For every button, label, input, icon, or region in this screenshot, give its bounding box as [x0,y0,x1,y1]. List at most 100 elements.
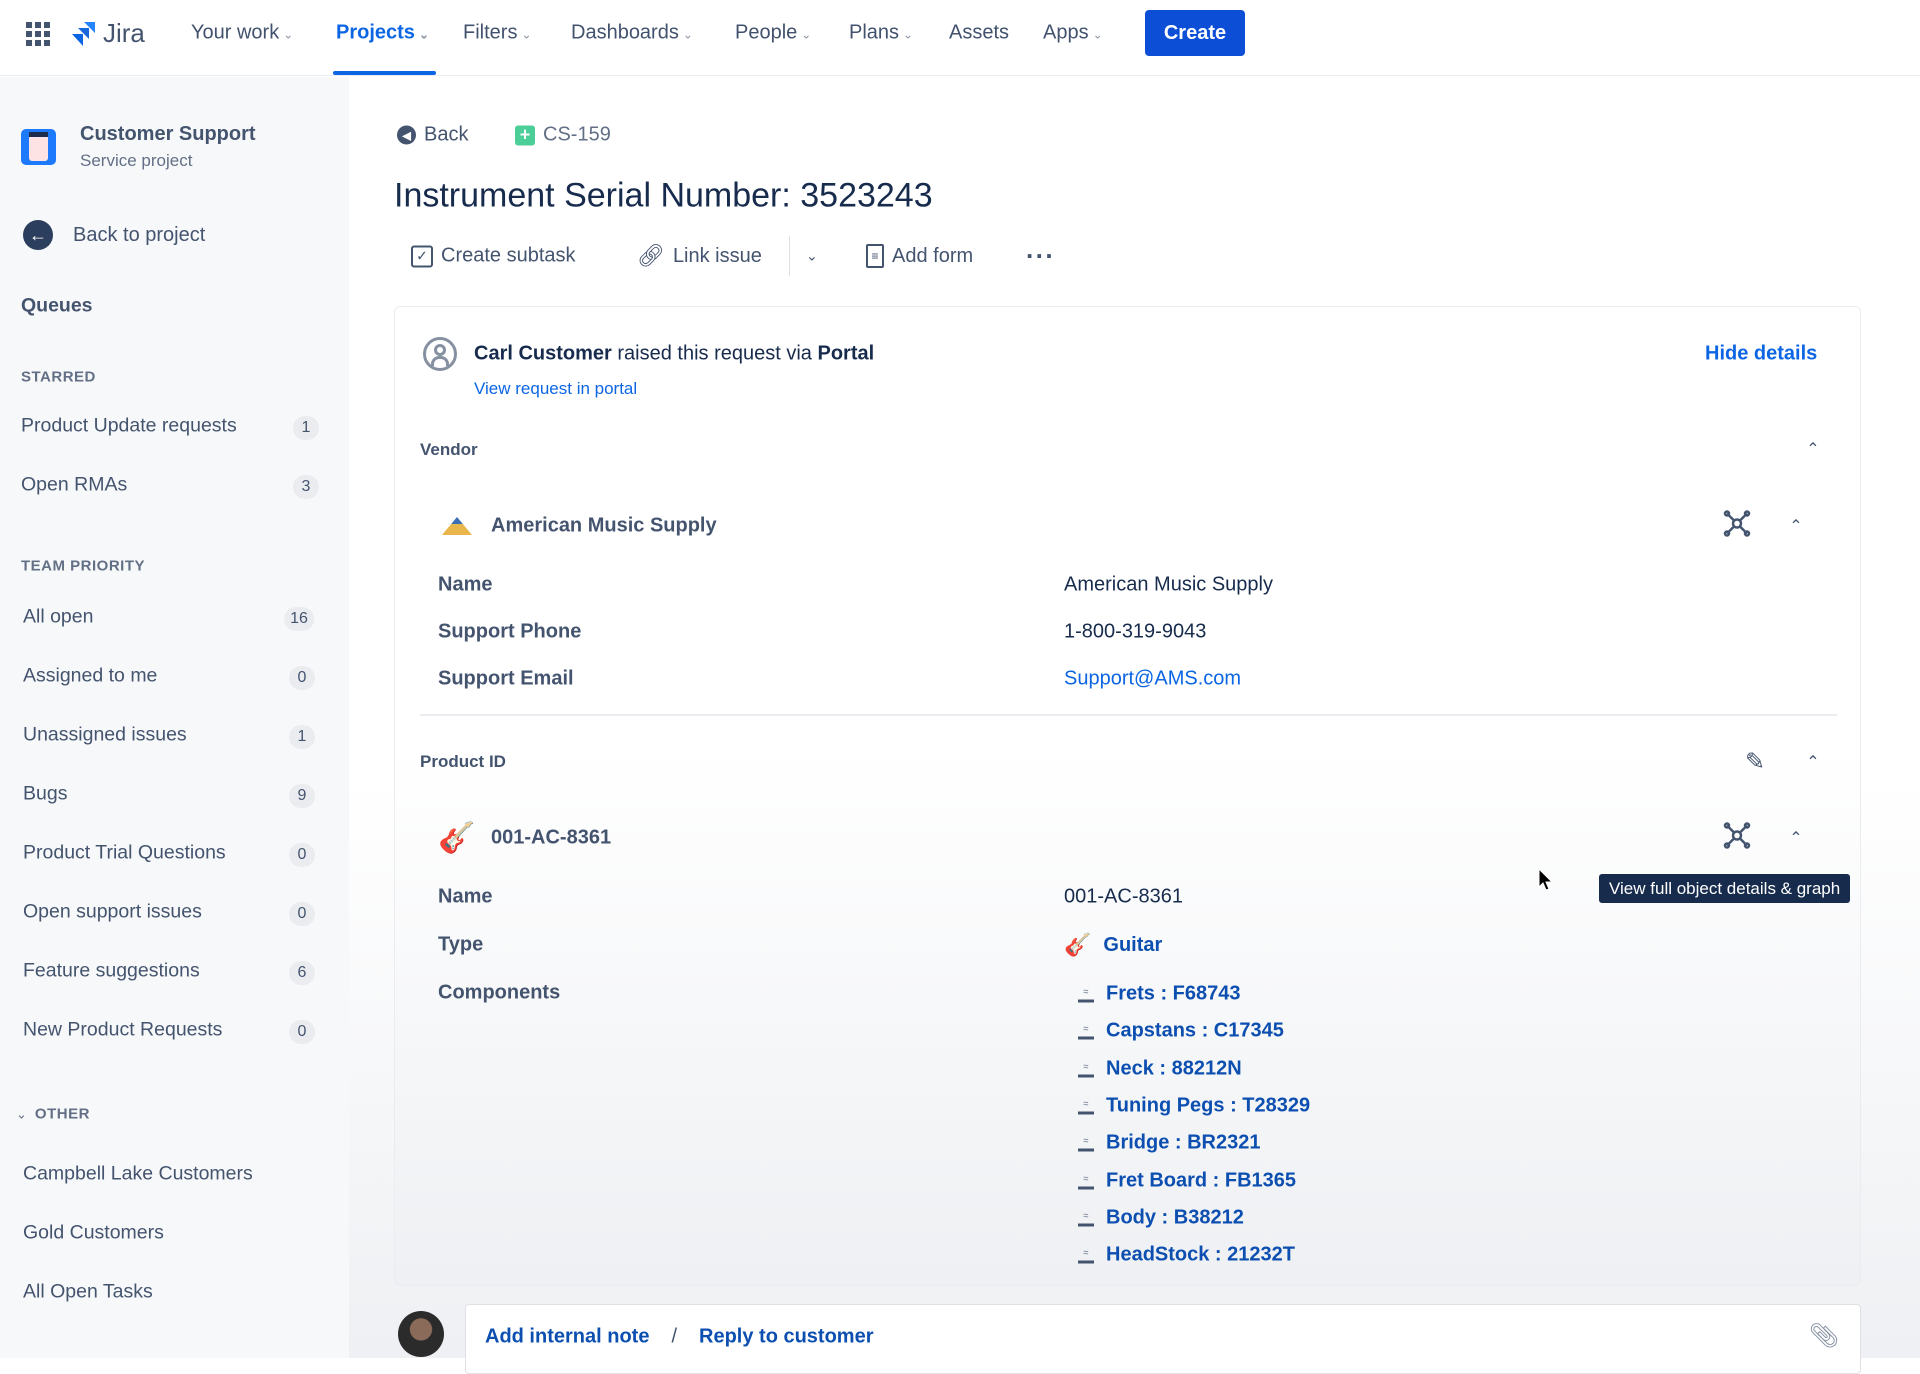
field-label: Components [438,981,561,1004]
add-form-button[interactable]: ≡ Add form [866,244,973,268]
component-link[interactable]: ≈ HeadStock : 21232T [1078,1244,1295,1267]
queue-assigned-to-me[interactable]: Assigned to me [23,665,157,688]
component-link[interactable]: ≈ Fret Board : FB1365 [1078,1170,1296,1193]
queue-count-badge: 0 [289,666,315,690]
product-object-name[interactable]: 001-AC-8361 [491,827,611,850]
team-priority-heading: TEAM PRIORITY [21,557,146,575]
field-label: Type [438,933,484,956]
chevron-up-icon[interactable]: ⌃ [1789,516,1802,536]
nav-apps[interactable]: Apps ⌄ [1043,22,1103,45]
project-type: Service project [80,151,193,170]
link-icon: 🔗︎ [637,243,665,268]
hide-details-link[interactable]: Hide details [1705,343,1817,366]
queue-all-open-tasks[interactable]: All Open Tasks [23,1281,153,1304]
queue-unassigned-issues[interactable]: Unassigned issues [23,724,187,747]
user-avatar-icon [423,337,457,371]
type-link[interactable]: 🎸 Guitar [1064,932,1162,958]
jira-logo[interactable]: Jira [71,18,145,49]
link-issue-button[interactable]: 🔗︎ Link issue [637,243,762,269]
project-name[interactable]: Customer Support [80,123,256,146]
chevron-down-icon: ⌄ [806,247,818,264]
nav-people[interactable]: People ⌄ [735,22,811,45]
service-request-icon: + [515,125,535,145]
other-section-toggle[interactable]: ⌄ OTHER [16,1106,90,1123]
chevron-up-icon[interactable]: ⌃ [1806,752,1819,772]
chevron-down-icon: ⌄ [283,27,294,42]
field-value: American Music Supply [1064,573,1273,596]
view-request-in-portal-link[interactable]: View request in portal [474,379,637,399]
vendor-section-label: Vendor [420,440,478,459]
app-switcher-icon[interactable] [26,22,50,46]
toolbar-divider [789,236,790,276]
object-graph-icon[interactable] [1722,509,1752,544]
component-icon: ≈ [1078,1135,1094,1151]
queue-bugs[interactable]: Bugs [23,783,67,806]
component-icon: ≈ [1078,1210,1094,1226]
component-link[interactable]: ≈ Frets : F68743 [1078,983,1241,1006]
component-link[interactable]: ≈ Body : B38212 [1078,1207,1244,1230]
queue-product-trial-questions[interactable]: Product Trial Questions [23,842,226,865]
component-icon: ≈ [1078,1098,1094,1114]
project-avatar-icon [21,129,56,165]
support-email-link[interactable]: Support@AMS.com [1064,668,1241,691]
issue-key-breadcrumb[interactable]: + CS-159 [515,124,611,147]
component-link[interactable]: ≈ Bridge : BR2321 [1078,1132,1261,1155]
more-actions-button[interactable]: ··· [1026,241,1055,272]
component-icon: ≈ [1078,986,1094,1002]
reply-to-customer-link[interactable]: Reply to customer [699,1326,873,1349]
reporter-name[interactable]: Carl Customer [474,343,612,365]
back-button[interactable]: ◀ Back [397,124,468,147]
subtask-icon: ✓ [411,245,433,267]
app-name: Jira [103,18,145,48]
field-label: Support Phone [438,620,582,643]
queues-heading: Queues [21,294,93,317]
add-internal-note-link[interactable]: Add internal note [485,1326,649,1349]
issue-title[interactable]: Instrument Serial Number: 3523243 [394,177,933,216]
queue-feature-suggestions[interactable]: Feature suggestions [23,960,200,983]
queue-gold-customers[interactable]: Gold Customers [23,1222,164,1245]
component-icon: ≈ [1078,1061,1094,1077]
active-tab-indicator [333,71,436,75]
object-graph-icon[interactable] [1722,821,1752,856]
queue-count-badge: 1 [289,725,315,749]
queue-open-rmas[interactable]: Open RMAs [21,474,127,497]
field-label: Name [438,573,493,596]
create-button[interactable]: Create [1145,10,1245,56]
queue-open-support-issues[interactable]: Open support issues [23,901,202,924]
field-label: Support Email [438,667,574,690]
current-user-avatar[interactable] [398,1311,444,1357]
chevron-up-icon[interactable]: ⌃ [1789,828,1802,848]
pencil-icon[interactable]: ✎ [1745,748,1765,777]
create-subtask-button[interactable]: ✓ Create subtask [411,245,576,268]
queue-count-badge: 0 [289,902,315,926]
arrow-left-circle-icon: ◀ [397,125,416,145]
vendor-object-name[interactable]: American Music Supply [491,515,717,538]
link-issue-dropdown[interactable]: ⌄ [806,248,818,265]
chevron-up-icon[interactable]: ⌃ [1806,439,1819,459]
queue-campbell-lake-customers[interactable]: Campbell Lake Customers [23,1163,253,1186]
nav-dashboards[interactable]: Dashboards ⌄ [571,22,693,45]
separator: / [671,1325,678,1348]
nav-your-work[interactable]: Your work ⌄ [191,22,293,45]
queue-product-update-requests[interactable]: Product Update requests [21,415,237,438]
component-link[interactable]: ≈ Tuning Pegs : T28329 [1078,1095,1310,1118]
queue-new-product-requests[interactable]: New Product Requests [23,1019,222,1042]
tooltip: View full object details & graph [1599,874,1851,903]
mouse-cursor-icon [1538,868,1554,891]
jira-logo-icon [72,21,95,46]
nav-filters[interactable]: Filters ⌄ [463,22,532,45]
component-icon: ≈ [1078,1023,1094,1039]
comment-actions: Add internal note / Reply to customer [485,1326,874,1349]
back-to-project-link[interactable]: ← Back to project [23,220,205,250]
starred-heading: STARRED [21,368,96,386]
component-link[interactable]: ≈ Neck : 88212N [1078,1058,1242,1081]
nav-projects[interactable]: Projects ⌄ [336,22,429,45]
top-navigation: Jira Your work ⌄ Projects ⌄ Filters ⌄ Dashb… [0,0,1920,76]
nav-assets[interactable]: Assets [949,22,1009,45]
attachment-icon[interactable]: 📎︎ [1809,1322,1839,1351]
nav-plans[interactable]: Plans ⌄ [849,22,913,45]
chevron-down-icon: ⌄ [521,27,532,42]
component-link[interactable]: ≈ Capstans : C17345 [1078,1020,1284,1043]
arrow-left-icon: ← [23,220,53,250]
queue-all-open[interactable]: All open [23,606,93,629]
